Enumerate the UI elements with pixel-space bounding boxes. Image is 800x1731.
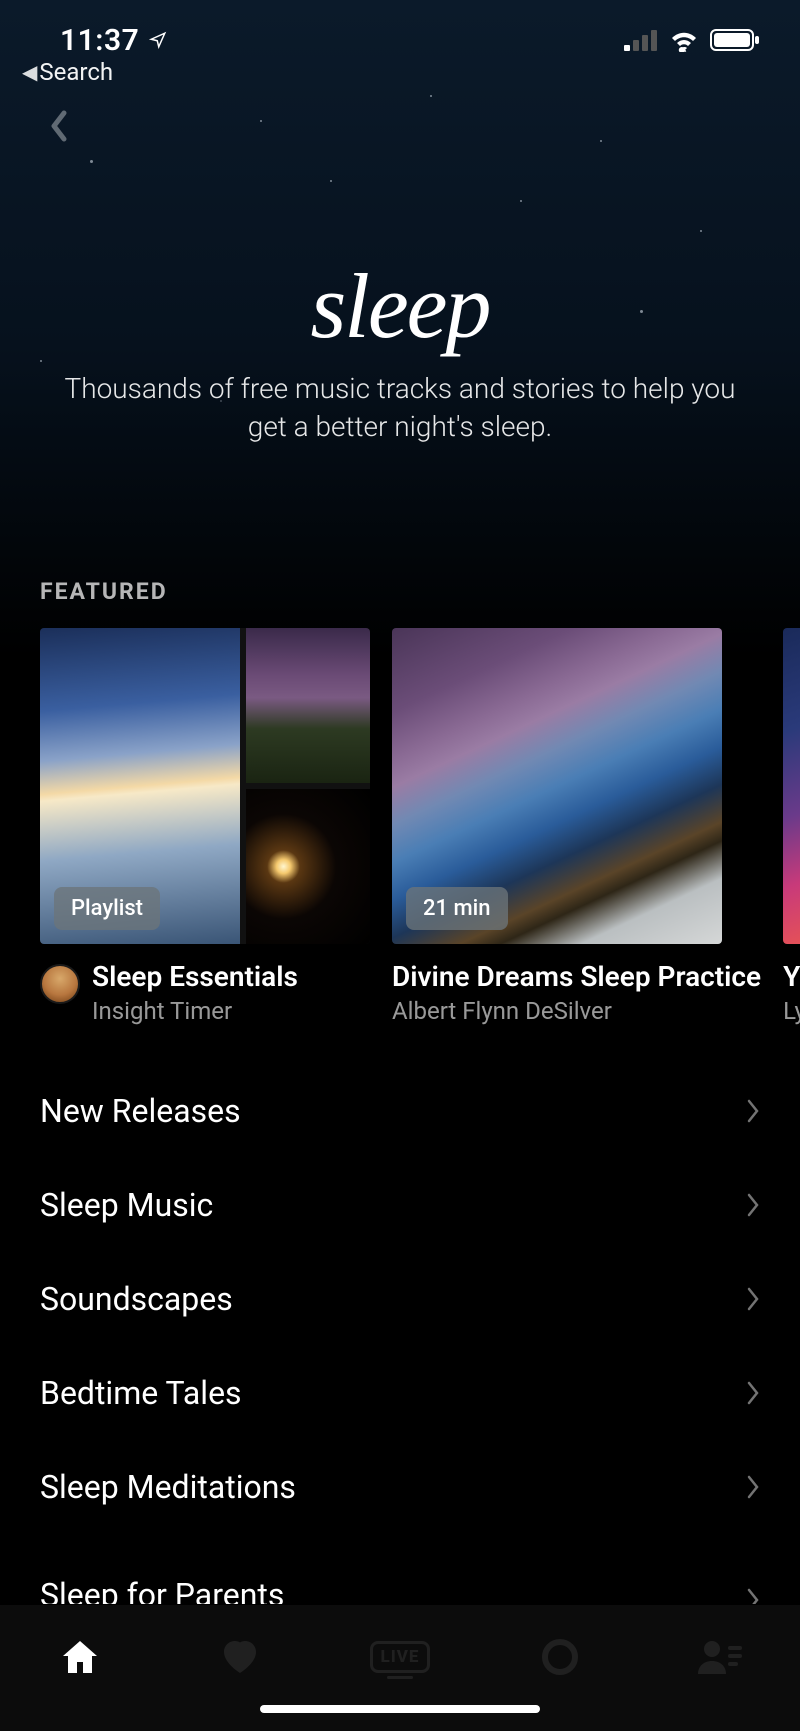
back-caret-icon: ◀︎ (22, 60, 37, 84)
chevron-right-icon (746, 1586, 760, 1604)
category-label: New Releases (40, 1092, 241, 1130)
card-badge: Playlist (54, 887, 160, 930)
featured-card-image: 27 (783, 628, 800, 944)
circle-icon (540, 1637, 580, 1677)
wifi-icon (668, 28, 700, 52)
home-indicator[interactable] (260, 1705, 540, 1713)
category-label: Sleep Meditations (40, 1468, 296, 1506)
category-row[interactable]: Bedtime Tales (40, 1346, 760, 1440)
card-title: Yoga (783, 960, 800, 993)
featured-card[interactable]: 21 min Divine Dreams Sleep Practice Albe… (392, 628, 761, 1025)
category-row[interactable]: Soundscapes (40, 1252, 760, 1346)
page-subtitle: Thousands of free music tracks and stori… (60, 370, 740, 446)
card-subtitle: Insight Timer (92, 997, 298, 1025)
chevron-right-icon (746, 1191, 760, 1219)
tab-profile[interactable] (688, 1629, 752, 1685)
category-list: New Releases Sleep Music Soundscapes Bed… (40, 1064, 760, 1604)
tab-live[interactable]: LIVE (368, 1629, 432, 1685)
featured-heading: FEATURED (40, 578, 168, 605)
back-to-app[interactable]: ◀︎ Search (22, 58, 113, 86)
tab-bar: LIVE (0, 1605, 800, 1731)
category-label: Sleep Music (40, 1186, 213, 1224)
back-app-label: Search (39, 58, 113, 86)
card-subtitle: Lynet (783, 997, 800, 1025)
card-title: Divine Dreams Sleep Practice (392, 960, 761, 993)
chevron-right-icon (746, 1285, 760, 1313)
battery-icon (710, 28, 760, 52)
home-icon (61, 1639, 99, 1675)
featured-card-image: Playlist (40, 628, 370, 944)
category-row[interactable]: New Releases (40, 1064, 760, 1158)
live-icon: LIVE (370, 1641, 431, 1673)
featured-card-image: 21 min (392, 628, 722, 944)
tab-home[interactable] (48, 1629, 112, 1685)
card-subtitle: Albert Flynn DeSilver (392, 997, 761, 1025)
chevron-right-icon (746, 1097, 760, 1125)
category-row[interactable]: Sleep Meditations (40, 1440, 760, 1534)
cell-signal-icon (624, 29, 658, 51)
chevron-right-icon (746, 1473, 760, 1501)
tab-discover[interactable] (528, 1629, 592, 1685)
tab-favorites[interactable] (208, 1629, 272, 1685)
category-label: Sleep for Parents (40, 1576, 284, 1604)
profile-icon (698, 1640, 742, 1674)
card-badge: 21 min (406, 887, 508, 930)
featured-card[interactable]: 27 Yoga Lynet (783, 628, 800, 1025)
author-avatar (40, 964, 80, 1004)
category-label: Bedtime Tales (40, 1374, 242, 1412)
chevron-right-icon (746, 1379, 760, 1407)
status-icons (624, 28, 760, 52)
card-title: Sleep Essentials (92, 960, 298, 993)
category-label: Soundscapes (40, 1280, 233, 1318)
featured-card[interactable]: Playlist Sleep Essentials Insight Timer (40, 628, 370, 1025)
page-title: sleep (60, 260, 740, 352)
category-row[interactable]: Sleep Music (40, 1158, 760, 1252)
status-time: 11:37 (60, 23, 139, 58)
featured-carousel[interactable]: Playlist Sleep Essentials Insight Timer … (40, 628, 800, 1025)
chevron-left-icon (48, 109, 68, 143)
hero: sleep Thousands of free music tracks and… (0, 260, 800, 446)
heart-icon (220, 1639, 260, 1675)
category-row[interactable]: Sleep for Parents (40, 1534, 760, 1604)
status-bar: 11:37 (0, 0, 800, 80)
back-button[interactable] (38, 106, 78, 146)
location-icon (149, 31, 167, 49)
